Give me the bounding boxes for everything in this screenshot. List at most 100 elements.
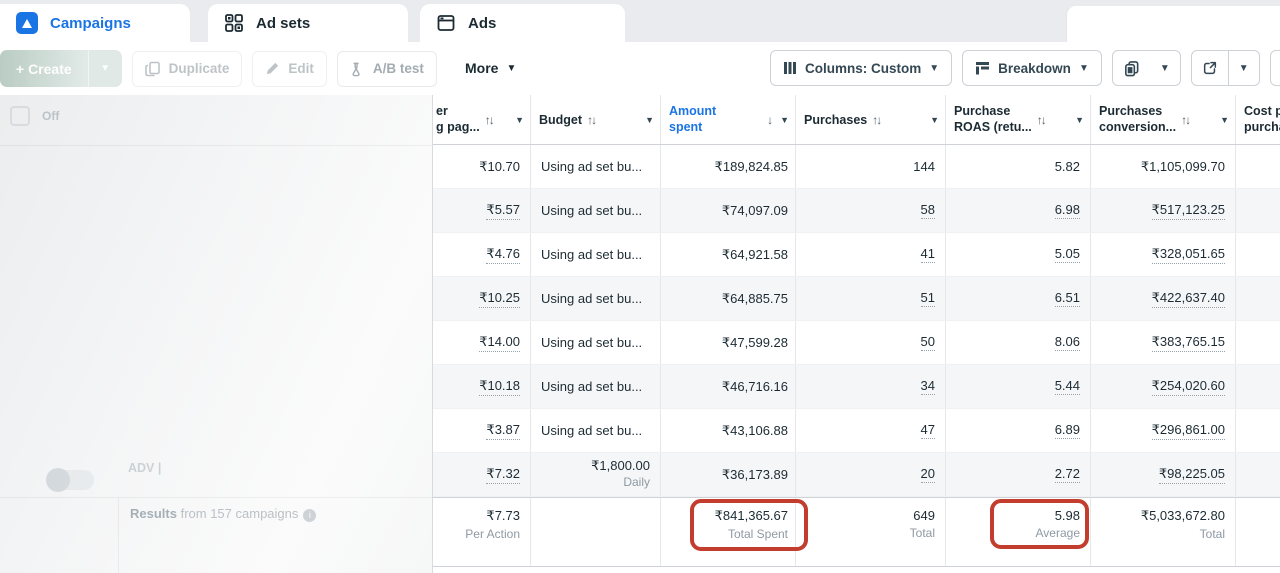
cell-purchases: 51 — [796, 277, 946, 320]
column-menu-caret-icon[interactable]: ▼ — [645, 115, 654, 125]
cell-cost-per-result: ₹10.70 — [433, 145, 531, 188]
cell-cost-per-purchase — [1236, 453, 1280, 496]
left-footer-divider — [0, 497, 432, 498]
tab-ads[interactable]: Ads — [420, 4, 625, 42]
summary-purchases-label: Total — [910, 526, 935, 540]
cell-cost-per-purchase — [1236, 409, 1280, 452]
create-button-label[interactable]: + Create — [0, 50, 88, 87]
summary-amount-value: ₹841,365.67 — [715, 508, 788, 524]
export-button[interactable] — [1192, 51, 1228, 85]
amount-spent-line2: spent — [669, 120, 716, 136]
roas-line2: ROAS (retu... — [954, 120, 1032, 136]
cell-amount-spent: ₹64,921.58 — [661, 233, 796, 276]
sort-updown-icon[interactable]: ↑↓ — [587, 113, 595, 127]
breakdown-button[interactable]: Breakdown ▼ — [962, 50, 1102, 86]
sort-desc-icon[interactable]: ↓ — [767, 113, 773, 127]
column-header-amount-spent[interactable]: Amount spent ↓ ▼ — [661, 95, 796, 144]
column-header-budget[interactable]: Budget ↑↓ ▼ — [531, 95, 661, 144]
cell-cost-per-purchase — [1236, 321, 1280, 364]
reports-caret[interactable]: ▼ — [1150, 51, 1180, 85]
tab-ad-sets[interactable]: Ad sets — [208, 4, 408, 42]
campaign-toggle[interactable] — [48, 470, 94, 490]
cpp-line2: purcha — [1244, 120, 1280, 136]
flask-icon — [350, 61, 365, 77]
sort-updown-icon[interactable]: ↑↓ — [1181, 113, 1189, 127]
cell-amount-spent: ₹47,599.28 — [661, 321, 796, 364]
columns-caret-icon: ▼ — [929, 63, 939, 74]
reports-button: ▼ — [1112, 50, 1181, 86]
column-header-cost-per-purchase[interactable]: Cost p purcha — [1236, 95, 1280, 144]
reports-pages-button[interactable] — [1113, 51, 1150, 85]
summary-cost-value: ₹7.73 — [486, 508, 520, 524]
edit-button[interactable]: Edit — [252, 51, 327, 87]
table-header-row: er g pag... ↑↓ ▼ Budget ↑↓ ▼ Amount spen… — [433, 95, 1280, 145]
reports-caret-icon: ▼ — [1160, 63, 1170, 74]
cell-budget: Using ad set bu... — [531, 409, 661, 452]
sort-updown-icon[interactable]: ↑↓ — [872, 113, 880, 127]
table-row: ₹4.76 Using ad set bu... ₹64,921.58 41 5… — [433, 233, 1280, 277]
ab-test-button[interactable]: A/B test — [337, 51, 437, 87]
cell-cost-per-result: ₹10.18 — [433, 365, 531, 408]
cell-cost-per-result: ₹14.00 — [433, 321, 531, 364]
duplicate-label: Duplicate — [169, 61, 230, 76]
table-row: ₹7.32 ₹1,800.00Daily ₹36,173.89 20 2.72 … — [433, 453, 1280, 497]
cell-amount-spent: ₹36,173.89 — [661, 453, 796, 496]
column-menu-caret-icon[interactable]: ▼ — [1220, 115, 1229, 125]
more-label: More — [465, 60, 498, 76]
results-prefix: Results — [130, 506, 177, 521]
column-menu-caret-icon[interactable]: ▼ — [780, 115, 789, 125]
cell-cost-per-purchase — [1236, 277, 1280, 320]
cell-cost-per-result: ₹5.57 — [433, 189, 531, 232]
cell-purchase-roas: 8.06 — [946, 321, 1091, 364]
ab-test-label: A/B test — [373, 61, 424, 76]
create-dropdown-caret[interactable]: ▼ — [88, 50, 122, 87]
faded-campaign-columns-region: Off ADV | Results from 157 campaignsi — [0, 95, 432, 573]
column-menu-caret-icon[interactable]: ▼ — [515, 115, 524, 125]
cell-purchase-roas: 5.82 — [946, 145, 1091, 188]
table-body: ₹10.70 Using ad set bu... ₹189,824.85 14… — [433, 145, 1280, 497]
cell-cost-per-purchase — [1236, 365, 1280, 408]
cell-cost-per-result: ₹4.76 — [433, 233, 531, 276]
faded-campaign-name: ADV | — [128, 461, 161, 475]
column-header-purchase-roas[interactable]: Purchase ROAS (retu... ↑↓ ▼ — [946, 95, 1091, 144]
cell-purchase-roas: 6.89 — [946, 409, 1091, 452]
create-button[interactable]: + Create ▼ — [0, 50, 122, 87]
view-tools-group: Columns: Custom ▼ Breakdown ▼ — [770, 50, 1280, 86]
charts-button[interactable] — [1270, 50, 1280, 86]
column-header-cost-per-landing-page-view[interactable]: er g pag... ↑↓ ▼ — [433, 95, 531, 144]
cell-purchase-roas: 5.05 — [946, 233, 1091, 276]
cell-budget: Using ad set bu... — [531, 365, 661, 408]
col0-line2: g pag... — [436, 120, 480, 136]
sort-updown-icon[interactable]: ↑↓ — [1037, 113, 1045, 127]
cell-conversion-value: ₹328,051.65 — [1091, 233, 1236, 276]
cell-purchases: 34 — [796, 365, 946, 408]
column-header-purchases[interactable]: Purchases ↑↓ ▼ — [796, 95, 946, 144]
cell-cost-per-purchase — [1236, 233, 1280, 276]
select-all-checkbox[interactable] — [10, 106, 30, 126]
column-menu-caret-icon[interactable]: ▼ — [930, 115, 939, 125]
cell-budget: ₹1,800.00Daily — [531, 453, 661, 496]
cell-cost-per-result: ₹10.25 — [433, 277, 531, 320]
column-menu-caret-icon[interactable]: ▼ — [1075, 115, 1084, 125]
columns-button[interactable]: Columns: Custom ▼ — [770, 50, 952, 86]
sort-updown-icon[interactable]: ↑↓ — [485, 113, 493, 127]
ads-frame-icon — [436, 13, 456, 33]
columns-label: Columns: Custom — [805, 61, 921, 76]
cell-purchases: 41 — [796, 233, 946, 276]
summary-amount-label: Total Spent — [728, 527, 788, 541]
more-button[interactable]: More ▼ — [465, 52, 516, 84]
info-icon[interactable]: i — [303, 509, 316, 522]
summary-conv-value: ₹5,033,672.80 — [1141, 508, 1225, 524]
duplicate-button[interactable]: Duplicate — [132, 51, 243, 87]
cell-conversion-value: ₹98,225.05 — [1091, 453, 1236, 496]
cell-cost-per-purchase — [1236, 189, 1280, 232]
column-header-purchases-conversion-value[interactable]: Purchases conversion... ↑↓ ▼ — [1091, 95, 1236, 144]
summary-cost-per-action: ₹7.73 Per Action — [433, 498, 531, 566]
cell-budget: Using ad set bu... — [531, 277, 661, 320]
cell-amount-spent: ₹43,106.88 — [661, 409, 796, 452]
disabled-actions-group: + Create ▼ Duplicate Edit A/ — [0, 50, 437, 87]
cell-budget: Using ad set bu... — [531, 233, 661, 276]
tab-campaigns[interactable]: Campaigns — [0, 4, 190, 42]
table-row: ₹10.25 Using ad set bu... ₹64,885.75 51 … — [433, 277, 1280, 321]
export-caret[interactable]: ▼ — [1229, 51, 1259, 85]
